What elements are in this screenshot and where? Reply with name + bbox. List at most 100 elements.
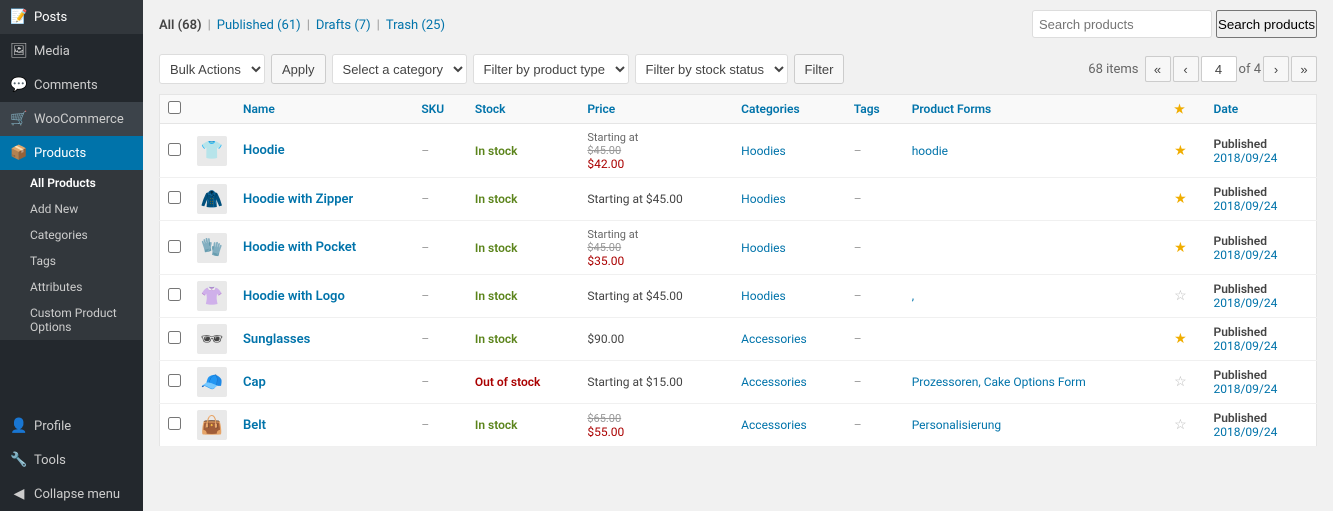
product-name-link[interactable]: Hoodie with Logo — [243, 289, 345, 304]
row-checkbox-cell — [160, 361, 190, 404]
next-page-button[interactable]: › — [1263, 56, 1289, 82]
tab-trash[interactable]: Trash (25) — [386, 18, 445, 33]
publish-date[interactable]: 2018/09/24 — [1214, 382, 1309, 396]
featured-star[interactable]: ★ — [1174, 331, 1187, 347]
row-checkbox[interactable] — [168, 374, 181, 387]
col-tags-header: Tags — [846, 95, 904, 124]
sidebar-item-media[interactable]: 🖼 Media — [0, 34, 143, 68]
table-row: 👚 Hoodie with Logo – In stock Starting a… — [160, 275, 1317, 318]
row-price: Starting at$45.00$42.00 — [579, 124, 733, 178]
category-select[interactable]: Select a category — [332, 54, 467, 84]
col-name-header[interactable]: Name — [235, 95, 413, 124]
submenu-attributes[interactable]: Attributes — [0, 274, 143, 300]
submenu-custom-product-options[interactable]: Custom Product Options — [0, 300, 143, 340]
row-name: Hoodie with Logo — [235, 275, 413, 318]
product-form-link[interactable]: , — [912, 289, 914, 303]
row-checkbox[interactable] — [168, 143, 181, 156]
row-tags: – — [846, 124, 904, 178]
featured-star[interactable]: ★ — [1174, 143, 1187, 159]
sidebar-item-products[interactable]: 📦 Products — [0, 136, 143, 170]
first-page-button[interactable]: « — [1145, 56, 1171, 82]
col-product-forms-header: Product Forms — [904, 95, 1166, 124]
row-name: Hoodie — [235, 124, 413, 178]
featured-star[interactable]: ☆ — [1174, 417, 1187, 433]
search-button[interactable]: Search products — [1216, 10, 1317, 38]
sidebar-item-posts[interactable]: 📝 Posts — [0, 0, 143, 34]
bulk-actions-select[interactable]: Bulk Actions — [159, 54, 265, 84]
sidebar-item-label: Comments — [34, 78, 98, 93]
select-all-checkbox[interactable] — [168, 101, 181, 114]
current-page-input[interactable] — [1201, 56, 1237, 82]
featured-star[interactable]: ★ — [1174, 240, 1187, 256]
row-categories: Accessories — [733, 361, 846, 404]
prev-page-button[interactable]: ‹ — [1173, 56, 1199, 82]
sidebar-item-label: WooCommerce — [34, 112, 124, 127]
product-type-select[interactable]: Filter by product type — [473, 54, 629, 84]
col-categories-header: Categories — [733, 95, 846, 124]
filter-button[interactable]: Filter — [794, 54, 845, 84]
sidebar-item-tools[interactable]: 🔧 Tools — [0, 443, 143, 477]
row-tags: – — [846, 404, 904, 447]
row-tags: – — [846, 178, 904, 221]
product-thumbnail: 👜 — [197, 410, 227, 440]
row-checkbox[interactable] — [168, 288, 181, 301]
publish-date[interactable]: 2018/09/24 — [1214, 339, 1309, 353]
publish-date[interactable]: 2018/09/24 — [1214, 151, 1309, 165]
sidebar-item-comments[interactable]: 💬 Comments — [0, 68, 143, 102]
row-stock: In stock — [467, 318, 579, 361]
publish-date[interactable]: 2018/09/24 — [1214, 248, 1309, 262]
sidebar-item-collapse[interactable]: ◀ Collapse menu — [0, 477, 143, 511]
submenu-categories[interactable]: Categories — [0, 222, 143, 248]
row-checkbox[interactable] — [168, 331, 181, 344]
product-form-link[interactable]: Prozessoren, Cake Options Form — [912, 375, 1086, 389]
category-link[interactable]: Hoodies — [741, 289, 786, 303]
row-date: Published2018/09/24 — [1206, 124, 1317, 178]
row-date: Published2018/09/24 — [1206, 404, 1317, 447]
row-name: Belt — [235, 404, 413, 447]
tags-dash: – — [854, 241, 862, 255]
product-name-link[interactable]: Hoodie — [243, 143, 285, 158]
submenu-all-products[interactable]: All Products — [0, 170, 143, 196]
row-checkbox[interactable] — [168, 240, 181, 253]
table-row: 🧢 Cap – Out of stock Starting at $15.00 … — [160, 361, 1317, 404]
category-link[interactable]: Hoodies — [741, 192, 786, 206]
featured-star[interactable]: ☆ — [1174, 374, 1187, 390]
product-form-link[interactable]: hoodie — [912, 144, 948, 158]
product-name-link[interactable]: Belt — [243, 418, 266, 433]
featured-star[interactable]: ★ — [1174, 191, 1187, 207]
row-checkbox[interactable] — [168, 191, 181, 204]
row-product-forms — [904, 318, 1166, 361]
row-featured: ☆ — [1166, 404, 1205, 447]
product-form-link[interactable]: Personalisierung — [912, 418, 1001, 432]
submenu-tags[interactable]: Tags — [0, 248, 143, 274]
product-name-link[interactable]: Hoodie with Pocket — [243, 240, 356, 255]
category-link[interactable]: Accessories — [741, 418, 807, 432]
product-name-link[interactable]: Sunglasses — [243, 332, 310, 347]
category-link[interactable]: Hoodies — [741, 241, 786, 255]
submenu-add-new[interactable]: Add New — [0, 196, 143, 222]
product-name-link[interactable]: Hoodie with Zipper — [243, 192, 353, 207]
category-link[interactable]: Accessories — [741, 375, 807, 389]
last-page-button[interactable]: » — [1291, 56, 1317, 82]
search-input[interactable] — [1032, 10, 1212, 38]
publish-status: Published — [1214, 185, 1309, 199]
featured-star[interactable]: ☆ — [1174, 288, 1187, 304]
product-name-link[interactable]: Cap — [243, 375, 266, 390]
category-link[interactable]: Accessories — [741, 332, 807, 346]
stock-status-select[interactable]: Filter by stock status — [635, 54, 788, 84]
row-product-forms — [904, 221, 1166, 275]
sidebar-item-woocommerce[interactable]: 🛒 WooCommerce — [0, 102, 143, 136]
row-checkbox[interactable] — [168, 417, 181, 430]
tab-published[interactable]: Published (61) — [217, 18, 301, 33]
apply-button[interactable]: Apply — [271, 54, 326, 84]
publish-date[interactable]: 2018/09/24 — [1214, 296, 1309, 310]
publish-date[interactable]: 2018/09/24 — [1214, 425, 1309, 439]
publish-date[interactable]: 2018/09/24 — [1214, 199, 1309, 213]
col-date-header: Date — [1206, 95, 1317, 124]
tab-drafts[interactable]: Drafts (7) — [316, 18, 371, 33]
tab-all[interactable]: All (68) — [159, 18, 202, 33]
row-name: Cap — [235, 361, 413, 404]
sidebar-item-profile[interactable]: 👤 Profile — [0, 409, 143, 443]
tags-dash: – — [854, 332, 862, 346]
category-link[interactable]: Hoodies — [741, 144, 786, 158]
